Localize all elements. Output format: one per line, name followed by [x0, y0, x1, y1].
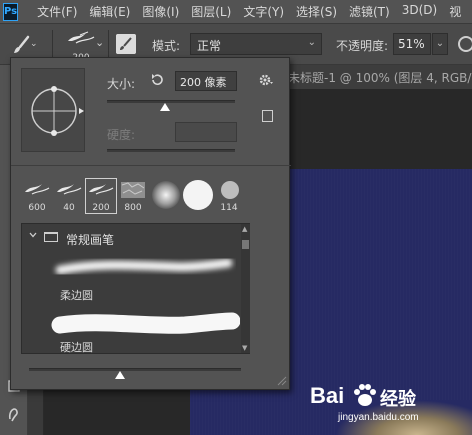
- menu-image[interactable]: 图像(I): [142, 3, 179, 20]
- document-tab-title[interactable]: 未标题-1 @ 100% (图层 4, RGB/8: [288, 69, 472, 86]
- blend-mode-select[interactable]: 正常 ⌄: [190, 33, 322, 55]
- reset-size-icon[interactable]: [150, 73, 164, 87]
- opacity-label: 不透明度:: [336, 39, 389, 53]
- soft-round-icon: [152, 181, 180, 209]
- recent-brush[interactable]: [149, 178, 181, 214]
- tool-preset-chevron-icon[interactable]: ⌄: [30, 39, 38, 49]
- recent-brush-size: 800: [124, 203, 142, 213]
- brush-preset-popup: 大小: 200 像素 硬度: 600 40 200 800 114 常规画笔 柔…: [10, 57, 291, 390]
- brush-tip-preview[interactable]: [21, 68, 85, 152]
- hard-round-small-icon: [221, 181, 239, 199]
- menu-type[interactable]: 文字(Y): [243, 3, 284, 20]
- size-label: 大小:: [107, 77, 136, 91]
- chevron-down-icon[interactable]: ⌄: [95, 36, 104, 49]
- menu-select[interactable]: 选择(S): [296, 3, 337, 20]
- divider: [52, 30, 53, 60]
- new-preset-icon[interactable]: [262, 110, 273, 122]
- size-slider-thumb[interactable]: [159, 103, 170, 111]
- chevron-down-icon: [29, 232, 37, 238]
- recent-brush[interactable]: 800: [117, 178, 149, 214]
- watermark-url: jingyan.baidu.com: [338, 412, 419, 423]
- blend-mode-value: 正常: [197, 39, 222, 53]
- size-input[interactable]: 200 像素: [175, 71, 237, 91]
- scatter-brush-icon: [89, 184, 114, 195]
- scroll-down-icon[interactable]: ▼: [242, 344, 247, 352]
- scatter-brush-icon: [57, 184, 82, 195]
- brush-tool-icon[interactable]: [10, 34, 32, 56]
- recent-brush-size: 600: [28, 203, 46, 213]
- brush-group-label: 常规画笔: [66, 233, 115, 247]
- gear-icon[interactable]: [259, 73, 273, 87]
- menu-bar: Ps 文件(F) 编辑(E) 图像(I) 图层(L) 文字(Y) 选择(S) 滤…: [0, 0, 472, 23]
- brush-preset-list: 常规画笔 柔边圆 硬边圆 ▲ ▼: [21, 223, 250, 354]
- recent-brush-size: 40: [63, 203, 75, 213]
- preview-size-slider-track[interactable]: [29, 368, 241, 371]
- brush-item-hard-round[interactable]: 硬边圆: [44, 339, 238, 361]
- scatter-brush-icon: [25, 184, 50, 195]
- menu-3d[interactable]: 3D(D): [402, 3, 437, 20]
- recent-brush[interactable]: 600: [21, 178, 53, 214]
- recent-brush-selected[interactable]: 200: [85, 178, 117, 214]
- texture-brush-icon: [121, 182, 145, 198]
- watermark-brand: Bai: [310, 383, 345, 408]
- divider: [11, 165, 291, 166]
- watermark-brand-suffix: 经验: [380, 389, 416, 409]
- photoshop-logo[interactable]: Ps: [3, 2, 19, 21]
- soft-stroke-icon: [55, 258, 233, 275]
- recent-brush[interactable]: 40: [53, 178, 85, 214]
- baidu-watermark: Bai 经验 jingyan.baidu.com: [308, 383, 468, 427]
- menu-filter[interactable]: 滤镜(T): [349, 3, 390, 20]
- recent-brush-size: 114: [220, 203, 238, 213]
- hardness-label: 硬度:: [107, 128, 136, 142]
- scatter-brush-icon: [68, 31, 95, 44]
- paw-icon: [354, 384, 376, 406]
- hardness-slider-track: [107, 149, 235, 152]
- hard-round-icon: [183, 180, 213, 210]
- brush-angle-icon[interactable]: [22, 69, 86, 153]
- list-scrollbar[interactable]: ▲ ▼: [241, 224, 250, 353]
- brush-name: 硬边圆: [60, 341, 93, 354]
- hardness-input: [175, 122, 237, 142]
- divider: [108, 30, 109, 60]
- chevron-down-icon: ⌄: [307, 37, 316, 48]
- pressure-opacity-icon[interactable]: [458, 36, 472, 52]
- brush-group-header[interactable]: 常规画笔: [22, 224, 241, 250]
- opacity-chevron-icon[interactable]: ⌄: [432, 33, 448, 55]
- menu-items: 文件(F) 编辑(E) 图像(I) 图层(L) 文字(Y) 选择(S) 滤镜(T…: [37, 3, 472, 20]
- menu-view[interactable]: 视: [449, 3, 461, 20]
- recent-brush[interactable]: [181, 178, 213, 214]
- scrollbar-thumb[interactable]: [242, 240, 249, 249]
- hard-stroke-icon: [51, 312, 240, 334]
- scroll-up-icon[interactable]: ▲: [242, 225, 247, 233]
- brush-settings-panel-icon[interactable]: [116, 34, 136, 54]
- menu-layer[interactable]: 图层(L): [191, 3, 231, 20]
- size-slider-track[interactable]: [107, 100, 235, 103]
- brush-name: 柔边圆: [60, 289, 93, 302]
- opacity-input[interactable]: 51%: [393, 33, 431, 55]
- menu-edit[interactable]: 编辑(E): [89, 3, 130, 20]
- resize-grip-icon[interactable]: [275, 374, 287, 386]
- menu-file[interactable]: 文件(F): [37, 3, 77, 20]
- smudge-tool-icon[interactable]: [5, 405, 23, 423]
- recent-brush[interactable]: 114: [213, 178, 245, 214]
- folder-icon: [44, 232, 58, 242]
- mode-label: 模式:: [152, 39, 181, 53]
- brush-item-soft-round[interactable]: 柔边圆: [44, 284, 238, 306]
- recent-brush-size: 200: [92, 203, 110, 213]
- preview-size-slider-thumb[interactable]: [115, 371, 126, 379]
- recent-brushes: 600 40 200 800 114: [21, 178, 275, 214]
